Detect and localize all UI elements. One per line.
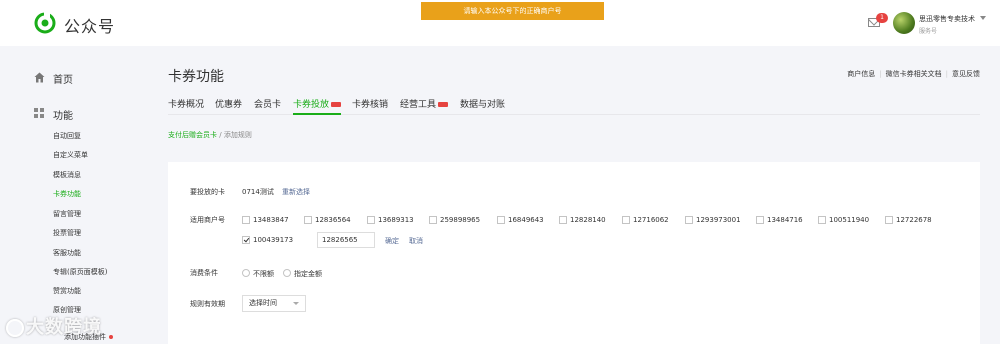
brand-title[interactable]: 公众号 [64, 13, 115, 37]
card-value: 0714测试 [242, 188, 274, 196]
chevron-down-icon [293, 302, 299, 305]
tab-coupons[interactable]: 优惠券 [215, 97, 242, 115]
merchant-checkbox[interactable] [242, 216, 250, 224]
merchant-info-link[interactable]: 商户信息 [847, 70, 875, 78]
merchant-id: 13483847 [253, 216, 289, 224]
merchant-id: 13484716 [767, 216, 803, 224]
top-links: 商户信息 | 微信卡券相关文档 | 意见反馈 [847, 69, 980, 79]
feedback-link[interactable]: 意见反馈 [952, 70, 980, 78]
avatar[interactable] [893, 12, 915, 34]
merchant-checkbox[interactable] [497, 216, 505, 224]
validity-select-value: 选择时间 [249, 299, 277, 307]
tab-bar: 卡券概况 优惠券 会员卡 卡券投放 卡券核销 经营工具 数据与对账 [168, 97, 980, 115]
merchant-checkbox[interactable] [367, 216, 375, 224]
sidebar-item-auto-reply[interactable]: 自动回复 [53, 131, 81, 141]
merchant-checkbox[interactable] [559, 216, 567, 224]
card-docs-link[interactable]: 微信卡券相关文档 [886, 70, 942, 78]
merchant-id: 100511940 [829, 216, 870, 224]
watermark-text: 大数跨境 [26, 317, 102, 338]
merchant-checkbox[interactable] [685, 216, 693, 224]
account-name[interactable]: 思迅零售专卖技术 [919, 14, 975, 24]
breadcrumb-link[interactable]: 支付后赠会员卡 [168, 131, 217, 139]
new-dot-icon [109, 335, 113, 339]
tab-card-overview[interactable]: 卡券概况 [168, 97, 204, 115]
radio-specified-amount[interactable] [283, 269, 291, 277]
merchant-checkbox[interactable] [429, 216, 437, 224]
chevron-down-icon[interactable] [980, 16, 986, 20]
tab-data-reconciliation[interactable]: 数据与对账 [460, 97, 505, 115]
sidebar-item-customer-service[interactable]: 客服功能 [53, 248, 81, 258]
sidebar-item-template-message[interactable]: 模板消息 [53, 170, 81, 180]
new-badge-icon [438, 102, 449, 107]
card-label: 要投放的卡 [190, 188, 225, 196]
breadcrumb: 支付后赠会员卡 / 添加规则 [168, 130, 252, 140]
mail-badge: 1 [876, 13, 888, 23]
merchant-id: 12722678 [896, 216, 932, 224]
sidebar-item-comment-management[interactable]: 留言管理 [53, 209, 81, 219]
validity-label: 规则有效期 [190, 300, 225, 308]
breadcrumb-separator: / [219, 131, 222, 139]
merchant-id: 16849643 [508, 216, 544, 224]
radio-unlimited[interactable] [242, 269, 250, 277]
tab-member-card[interactable]: 会员卡 [254, 97, 281, 115]
radio-unlimited-label: 不限额 [253, 270, 274, 278]
merchant-checkbox[interactable] [885, 216, 893, 224]
breadcrumb-current: 添加规则 [223, 131, 252, 139]
tab-business-tools-label: 经营工具 [400, 100, 437, 110]
sidebar-item-home[interactable]: 首页 [53, 71, 73, 86]
merchant-id: 100439173 [253, 236, 294, 244]
home-icon [34, 72, 45, 83]
merchant-checkbox[interactable] [818, 216, 826, 224]
merchant-id-input[interactable] [317, 232, 375, 248]
cancel-link[interactable]: 取消 [409, 236, 423, 246]
reselect-link[interactable]: 重新选择 [282, 187, 310, 197]
tab-card-verification[interactable]: 卡券核销 [352, 97, 388, 115]
merchant-id-alert: 请输入本公众号下的正确商户号 [421, 2, 604, 20]
merchant-id: 259898965 [440, 216, 481, 224]
merchant-checkbox[interactable] [756, 216, 764, 224]
merchant-checkbox-checked[interactable] [242, 236, 250, 244]
merchant-checkbox[interactable] [622, 216, 630, 224]
tab-card-distribution-label: 卡券投放 [293, 100, 330, 110]
tab-business-tools[interactable]: 经营工具 [400, 97, 449, 115]
wechat-public-account-logo-icon[interactable] [34, 12, 56, 34]
condition-label: 消费条件 [190, 269, 218, 277]
sidebar-item-function[interactable]: 功能 [53, 107, 73, 122]
merchant-id: 12716062 [633, 216, 669, 224]
watermark-logo-icon [6, 319, 24, 337]
sidebar-item-reward[interactable]: 赞赏功能 [53, 286, 81, 296]
radio-specified-amount-label: 指定金额 [294, 270, 322, 278]
account-type: 服务号 [919, 28, 938, 35]
tab-card-distribution[interactable]: 卡券投放 [293, 97, 342, 115]
validity-time-select[interactable]: 选择时间 [242, 295, 306, 312]
link-separator: | [945, 70, 948, 78]
watermark: 大数跨境 [6, 313, 102, 339]
merchant-id: 13689313 [378, 216, 414, 224]
sidebar-item-album[interactable]: 专辑(原页面模板) [53, 267, 107, 277]
function-grid-icon [34, 108, 44, 118]
merchant-id: 1293973001 [696, 216, 741, 224]
link-separator: | [879, 70, 882, 78]
merchant-label: 适用商户号 [190, 216, 225, 224]
top-bar: 公众号 请输入本公众号下的正确商户号 1 思迅零售专卖技术 服务号 [0, 0, 1000, 46]
sidebar-item-custom-menu[interactable]: 自定义菜单 [53, 150, 88, 160]
merchant-id: 12828140 [570, 216, 606, 224]
page-title: 卡券功能 [168, 69, 224, 85]
sidebar-item-card-coupon[interactable]: 卡券功能 [53, 189, 81, 199]
merchant-id: 12836564 [315, 216, 351, 224]
sidebar-item-vote-management[interactable]: 投票管理 [53, 228, 81, 238]
new-badge-icon [331, 102, 342, 107]
merchant-checkbox[interactable] [304, 216, 312, 224]
confirm-link[interactable]: 确定 [385, 236, 399, 246]
